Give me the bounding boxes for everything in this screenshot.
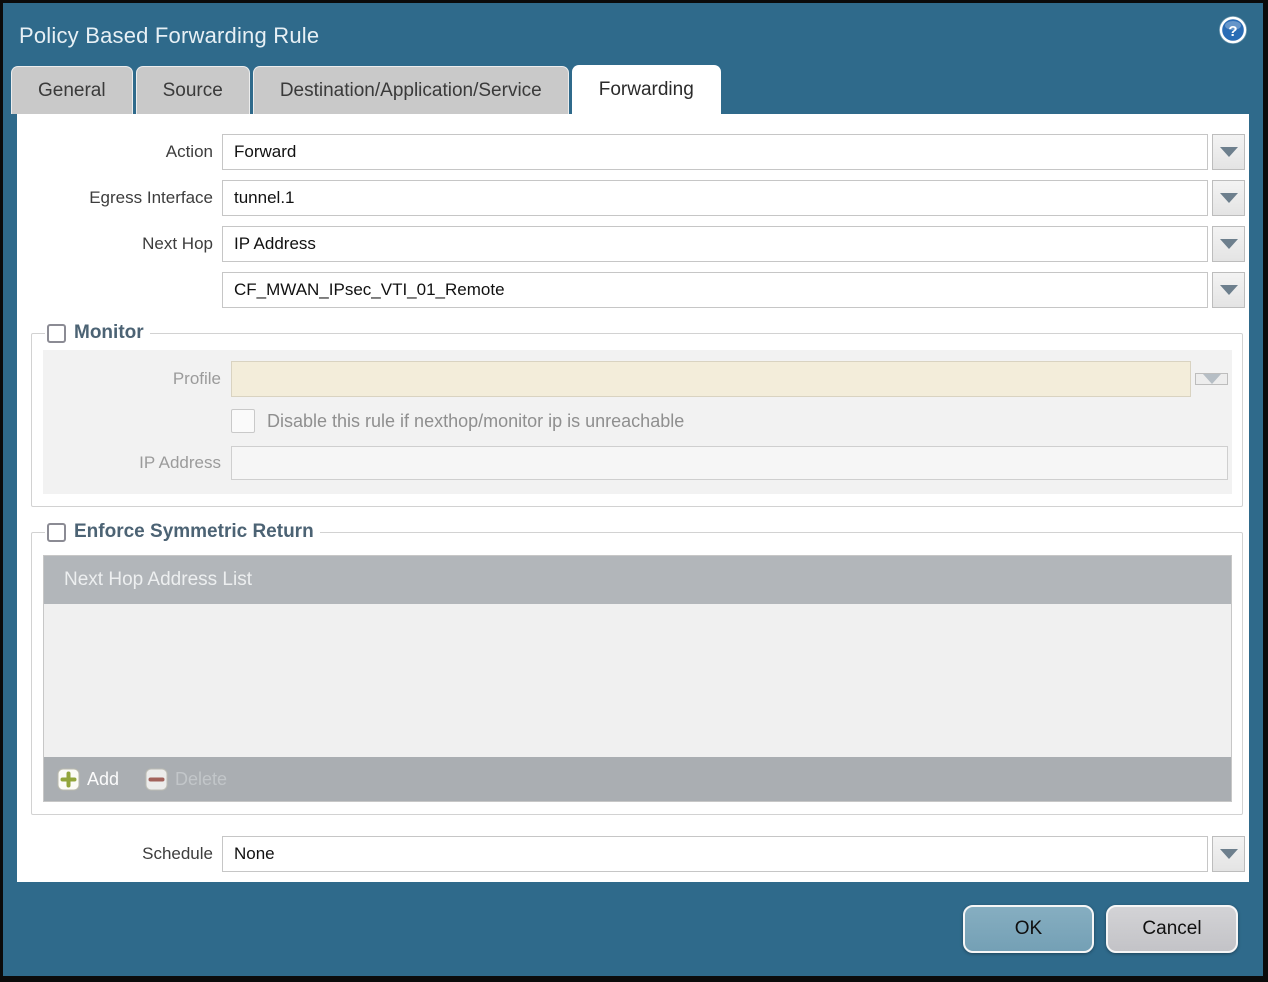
egress-interface-dropdown-button[interactable] bbox=[1212, 180, 1245, 216]
delete-button-label: Delete bbox=[175, 768, 228, 789]
egress-interface-select[interactable]: tunnel.1 bbox=[222, 180, 1245, 216]
next-hop-address-dropdown-button[interactable] bbox=[1212, 272, 1245, 308]
tab-general[interactable]: General bbox=[11, 66, 133, 114]
symmetric-return-legend-label: Enforce Symmetric Return bbox=[74, 521, 314, 542]
schedule-label: Schedule bbox=[142, 844, 213, 863]
chevron-down-icon bbox=[1219, 285, 1238, 295]
help-icon[interactable]: ? bbox=[1218, 15, 1248, 45]
disable-rule-row: Disable this rule if nexthop/monitor ip … bbox=[231, 409, 1228, 433]
next-hop-dropdown-button[interactable] bbox=[1212, 226, 1245, 262]
minus-icon bbox=[145, 768, 168, 790]
profile-row: Profile bbox=[43, 361, 1228, 397]
next-hop-label: Next Hop bbox=[142, 234, 213, 253]
action-label: Action bbox=[165, 142, 213, 161]
next-hop-row: Next Hop IP Address bbox=[17, 226, 1245, 262]
forwarding-tab-panel: Action Forward Egress Interface tunnel.1 bbox=[17, 114, 1249, 882]
next-hop-type-value[interactable]: IP Address bbox=[222, 226, 1208, 262]
chevron-down-icon bbox=[1219, 239, 1238, 249]
ok-button[interactable]: OK bbox=[963, 905, 1094, 953]
disable-rule-label: Disable this rule if nexthop/monitor ip … bbox=[267, 410, 685, 431]
monitor-fieldset: Monitor Profile Disable this rule if nex… bbox=[31, 322, 1243, 507]
plus-icon bbox=[57, 768, 80, 790]
disable-rule-checkbox bbox=[231, 409, 255, 433]
action-value[interactable]: Forward bbox=[222, 134, 1208, 170]
egress-interface-value[interactable]: tunnel.1 bbox=[222, 180, 1208, 216]
monitor-ip-address-field bbox=[231, 446, 1228, 480]
next-hop-address-table-toolbar: Add Delete bbox=[44, 757, 1231, 801]
profile-dropdown-button bbox=[1195, 373, 1228, 385]
monitor-ip-address-row: IP Address bbox=[43, 445, 1228, 481]
schedule-select[interactable]: None bbox=[222, 836, 1245, 872]
symmetric-return-fieldset: Enforce Symmetric Return Next Hop Addres… bbox=[31, 521, 1243, 815]
tab-source[interactable]: Source bbox=[135, 66, 250, 114]
next-hop-address-select[interactable]: CF_MWAN_IPsec_VTI_01_Remote bbox=[222, 272, 1245, 308]
dialog-title: Policy Based Forwarding Rule bbox=[19, 23, 320, 48]
action-dropdown-button[interactable] bbox=[1212, 134, 1245, 170]
monitor-legend: Monitor bbox=[45, 322, 150, 344]
monitor-ip-address-label: IP Address bbox=[139, 453, 221, 472]
chevron-down-icon bbox=[1202, 374, 1221, 384]
tab-forwarding[interactable]: Forwarding bbox=[571, 65, 721, 114]
tab-strip: General Source Destination/Application/S… bbox=[3, 65, 1263, 114]
dialog-footer: OK Cancel bbox=[3, 882, 1263, 976]
symmetric-return-legend: Enforce Symmetric Return bbox=[45, 521, 320, 543]
monitor-legend-label: Monitor bbox=[74, 322, 144, 343]
chevron-down-icon bbox=[1219, 147, 1238, 157]
egress-interface-label: Egress Interface bbox=[89, 188, 213, 207]
cancel-button[interactable]: Cancel bbox=[1106, 905, 1238, 953]
chevron-down-icon bbox=[1219, 849, 1238, 859]
add-button[interactable]: Add bbox=[57, 768, 119, 791]
dialog-titlebar: Policy Based Forwarding Rule ? bbox=[3, 3, 1263, 65]
symmetric-return-checkbox[interactable] bbox=[47, 522, 66, 542]
action-select[interactable]: Forward bbox=[222, 134, 1245, 170]
profile-label: Profile bbox=[172, 369, 221, 388]
pbf-rule-dialog: Policy Based Forwarding Rule ? General S… bbox=[0, 0, 1268, 982]
monitor-checkbox[interactable] bbox=[47, 323, 66, 343]
next-hop-address-table-header: Next Hop Address List bbox=[44, 556, 1231, 604]
svg-text:?: ? bbox=[1228, 23, 1237, 40]
monitor-panel: Profile Disable this rule if nexthop/mon… bbox=[43, 350, 1232, 494]
next-hop-address-table: Next Hop Address List Add Delete bbox=[43, 555, 1232, 802]
schedule-value[interactable]: None bbox=[222, 836, 1208, 872]
schedule-row: Schedule None bbox=[17, 836, 1245, 872]
profile-field bbox=[231, 361, 1191, 397]
next-hop-address-value[interactable]: CF_MWAN_IPsec_VTI_01_Remote bbox=[222, 272, 1208, 308]
schedule-dropdown-button[interactable] bbox=[1212, 836, 1245, 872]
chevron-down-icon bbox=[1219, 193, 1238, 203]
tab-destination-application-service[interactable]: Destination/Application/Service bbox=[252, 66, 569, 114]
next-hop-address-row: CF_MWAN_IPsec_VTI_01_Remote bbox=[17, 272, 1245, 308]
add-button-label: Add bbox=[87, 768, 120, 789]
egress-interface-row: Egress Interface tunnel.1 bbox=[17, 180, 1245, 216]
delete-button: Delete bbox=[145, 768, 227, 791]
next-hop-address-table-body[interactable] bbox=[44, 604, 1231, 757]
action-row: Action Forward bbox=[17, 134, 1245, 170]
next-hop-type-select[interactable]: IP Address bbox=[222, 226, 1245, 262]
